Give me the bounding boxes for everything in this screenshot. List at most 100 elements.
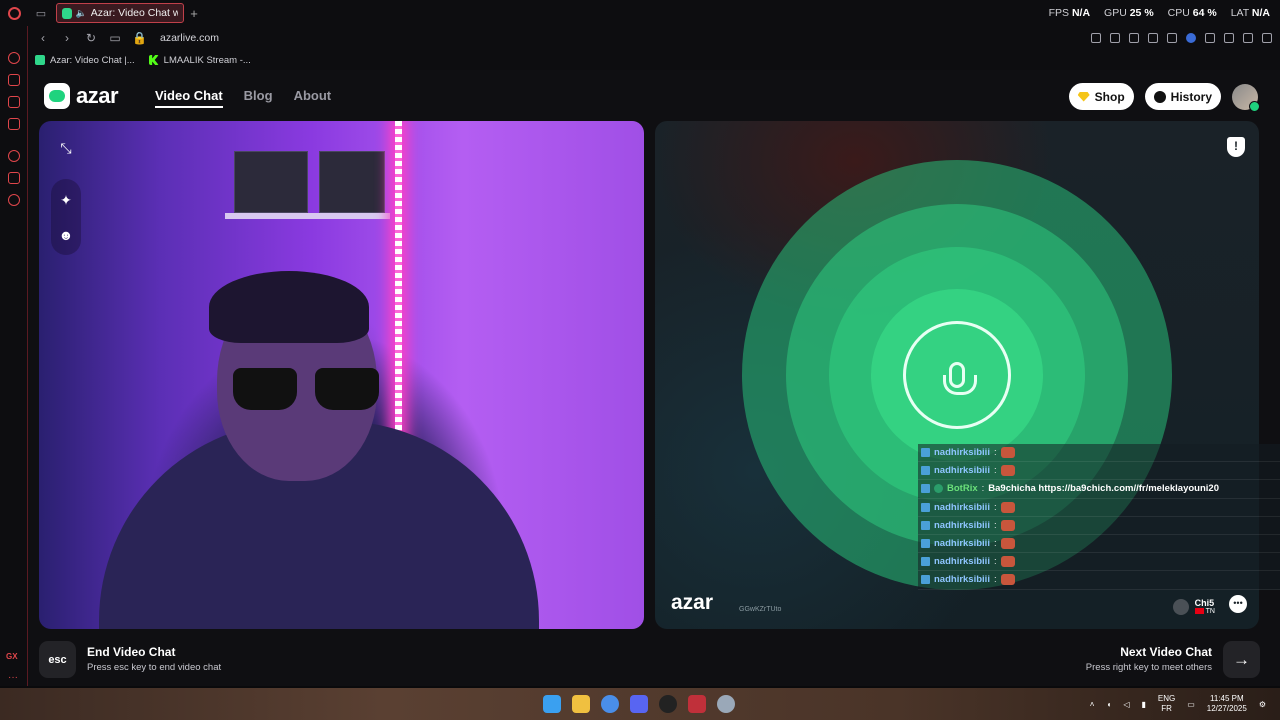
peer-info[interactable]: Chi5 TN — [1172, 598, 1215, 615]
opera-gx-icon[interactable] — [688, 695, 706, 713]
notification-icon[interactable]: ⚙ — [1259, 700, 1266, 709]
shop-button[interactable]: Shop — [1068, 83, 1134, 110]
twitch-icon[interactable] — [8, 96, 20, 108]
local-video: ⤡ ✦ ☻ — [39, 121, 644, 629]
gx-control-icon[interactable] — [8, 52, 20, 64]
emote-icon — [1000, 556, 1015, 568]
bookmark-kick[interactable]: LMAALIK Stream -... — [148, 55, 251, 66]
main-nav: Video Chat Blog About — [155, 88, 331, 108]
azar-favicon-icon — [62, 7, 72, 19]
taskbar-apps — [543, 695, 735, 713]
gx-corner-icon[interactable] — [8, 74, 20, 86]
shelf — [225, 213, 390, 219]
play-icon[interactable] — [1148, 33, 1158, 43]
end-chat-button[interactable]: esc — [39, 641, 76, 678]
display-icon[interactable]: ▭ — [1187, 700, 1195, 709]
emote-icon — [1000, 465, 1015, 477]
video-footer: esc End Video Chat Press esc key to end … — [28, 636, 1280, 686]
microphone-icon — [943, 362, 977, 395]
toolbar-extensions — [1091, 26, 1272, 50]
address-bar: ‹ › ↻ ▭ 🔒 azarlive.com — [28, 26, 1280, 50]
file-explorer-icon[interactable] — [572, 695, 590, 713]
speaker-icon[interactable]: 🔈 — [76, 8, 87, 19]
puzzle-icon[interactable] — [1205, 33, 1215, 43]
chevron-up-icon[interactable]: ˄ — [1090, 700, 1095, 709]
settings-gear-icon[interactable] — [8, 194, 20, 206]
peer-country: TN — [1194, 608, 1215, 615]
heart-icon[interactable] — [1167, 33, 1177, 43]
bot-badge-icon — [934, 484, 943, 494]
workspace-icon[interactable]: ▭ — [28, 0, 54, 26]
user-avatar[interactable] — [1232, 83, 1260, 112]
sunglasses — [233, 368, 379, 410]
messenger-icon[interactable] — [8, 118, 20, 130]
user-badge-icon — [921, 466, 930, 476]
extensions-icon[interactable] — [8, 172, 20, 184]
gpu-stat: GPU 25 % — [1104, 7, 1154, 19]
chat-line: nadhirksibiii: — [918, 571, 1280, 590]
obs-icon[interactable] — [659, 695, 677, 713]
user-badge-icon — [921, 448, 930, 458]
new-tab-button[interactable]: + — [184, 6, 204, 21]
chat-line: nadhirksibiii: — [918, 517, 1280, 535]
tunisia-flag-icon — [1194, 608, 1204, 615]
shelf-item — [234, 151, 308, 213]
headset-icon[interactable]: ◖ — [1106, 700, 1111, 709]
pin-icon[interactable] — [1091, 33, 1101, 43]
azar-header: azar Video Chat Blog About Shop History — [28, 70, 1280, 120]
download-icon[interactable] — [1243, 33, 1253, 43]
camera-icon[interactable]: ▭ — [108, 31, 122, 45]
chat-line: nadhirksibiii: — [918, 499, 1280, 517]
end-chat-hint: Press esc key to end video chat — [87, 662, 222, 673]
language-indicator[interactable]: ENG FR — [1158, 694, 1175, 714]
menu-icon[interactable] — [1262, 33, 1272, 43]
nav-blog[interactable]: Blog — [244, 88, 273, 108]
peer-name: Chi5 — [1194, 598, 1215, 608]
user-badge-icon — [921, 502, 930, 512]
next-chat-hint: Press right key to meet others — [1085, 662, 1212, 673]
shield-icon[interactable] — [1129, 33, 1139, 43]
bookmark-azar[interactable]: Azar: Video Chat |... — [35, 55, 135, 66]
chrome-icon[interactable] — [601, 695, 619, 713]
url-field[interactable]: azarlive.com — [160, 32, 219, 44]
sidebar-more-icon[interactable]: ··· — [8, 672, 18, 683]
reload-icon[interactable]: ↻ — [84, 31, 98, 45]
user-badge-icon — [921, 484, 930, 494]
opera-menu-button[interactable] — [0, 0, 28, 26]
fps-stat: FPS N/A — [1048, 7, 1091, 19]
clock[interactable]: 11:45 PM 12/27/2025 — [1207, 694, 1247, 714]
windows-start-icon[interactable] — [543, 695, 561, 713]
lock-icon: 🔒 — [132, 31, 147, 45]
sparkle-effects-icon[interactable]: ✦ — [51, 185, 81, 215]
mic-tray-icon[interactable]: ▮ — [1141, 700, 1145, 709]
settings-icon[interactable] — [717, 695, 735, 713]
minimize-video-icon[interactable]: ⤡ — [51, 133, 81, 163]
chat-bubble-icon[interactable]: ••• — [1229, 595, 1247, 613]
kick-favicon-icon — [148, 55, 159, 65]
extension-icon[interactable] — [1186, 33, 1196, 43]
browser-tab-bar: ▭ 🔈 Azar: Video Chat with + FPS N/A GPU … — [0, 0, 1280, 26]
volume-icon[interactable]: ◁ — [1123, 700, 1129, 709]
nav-about[interactable]: About — [294, 88, 332, 108]
snapshot-icon[interactable] — [1110, 33, 1120, 43]
next-chat-button[interactable]: → — [1223, 641, 1260, 678]
back-arrow-icon[interactable]: ‹ — [36, 31, 50, 45]
azar-logo[interactable]: azar — [44, 83, 119, 109]
clock-icon — [1153, 90, 1166, 103]
report-shield-icon[interactable]: ! — [1227, 137, 1245, 157]
chat-line: BotRix: Ba9chicha https://ba9chich.com//f… — [918, 480, 1280, 499]
face-filter-icon[interactable]: ☻ — [51, 220, 81, 250]
user-badge-icon — [921, 575, 930, 585]
nav-video-chat[interactable]: Video Chat — [155, 88, 223, 108]
person-hair — [209, 271, 369, 343]
emote-icon — [1000, 574, 1015, 586]
forward-arrow-icon[interactable]: › — [60, 31, 74, 45]
profile-icon[interactable] — [1224, 33, 1234, 43]
history-button[interactable]: History — [1144, 83, 1221, 110]
discord-icon[interactable] — [630, 695, 648, 713]
emote-icon — [1000, 519, 1015, 531]
shelf-item — [319, 151, 385, 213]
history-icon[interactable] — [8, 150, 20, 162]
gx-stats: FPS N/A GPU 25 % CPU 64 % LAT N/A — [1049, 0, 1270, 26]
active-tab[interactable]: 🔈 Azar: Video Chat with — [56, 3, 184, 23]
